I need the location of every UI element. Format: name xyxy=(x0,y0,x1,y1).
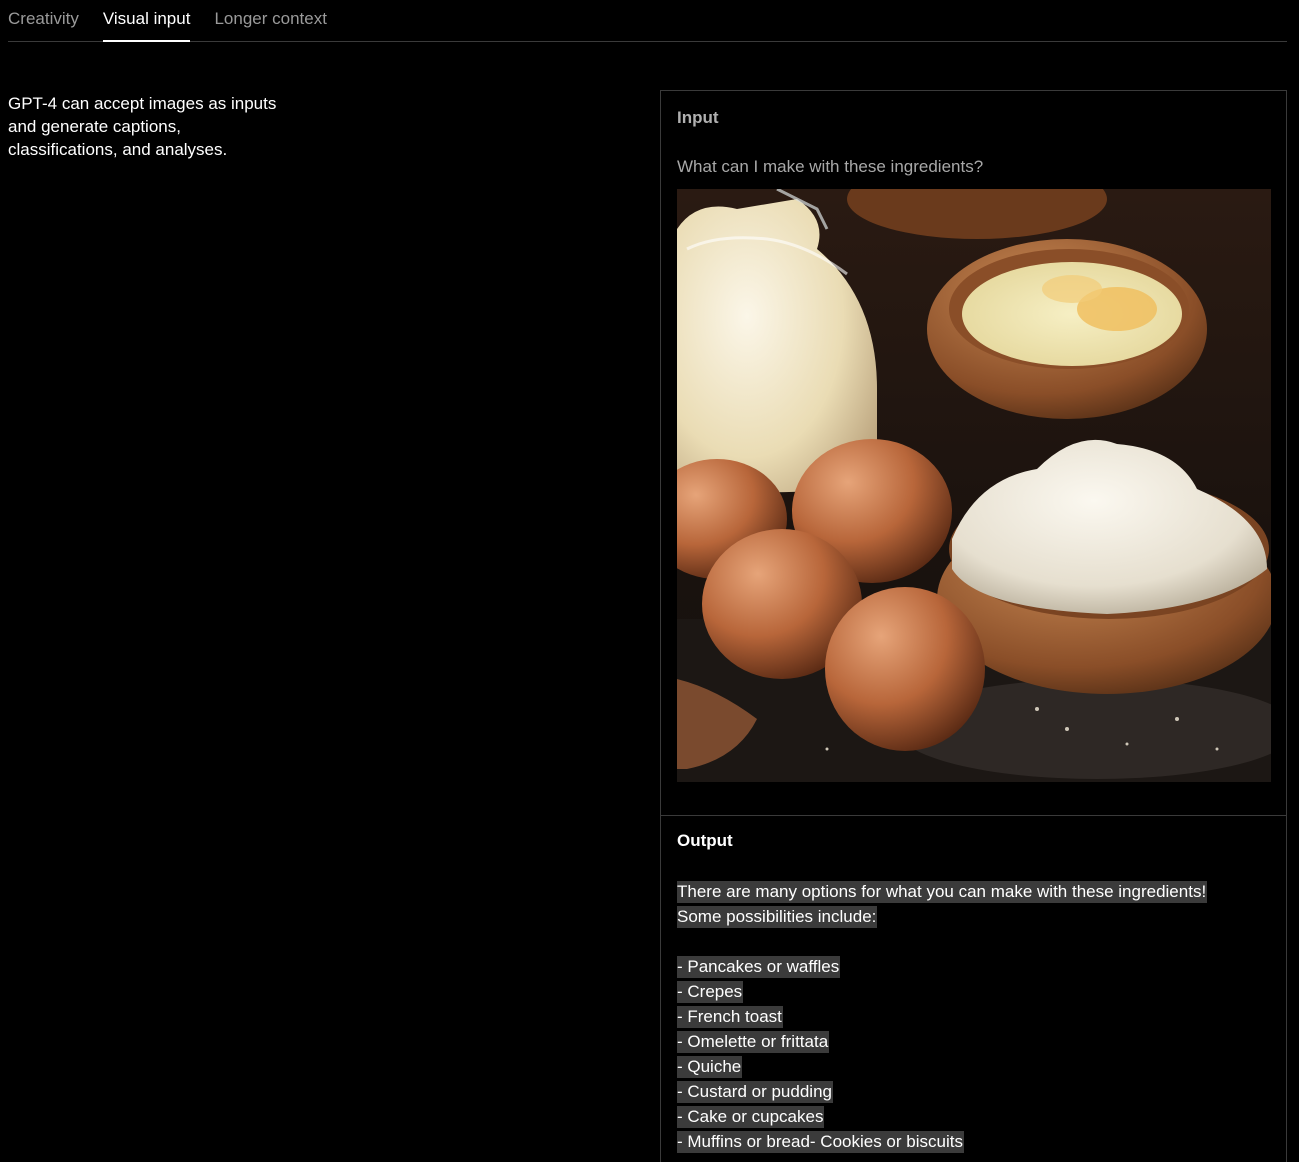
description-line: and generate captions, xyxy=(8,117,181,136)
output-text: - Custard or pudding xyxy=(677,1081,833,1103)
input-section: Input What can I make with these ingredi… xyxy=(661,91,1286,816)
input-heading: Input xyxy=(677,108,719,127)
output-intro-line: There are many options for what you can … xyxy=(677,879,1277,904)
output-text: - Pancakes or waffles xyxy=(677,956,841,978)
output-text: - Muffins or bread- Cookies or biscuits xyxy=(677,1131,964,1153)
output-blank-line xyxy=(677,929,1277,954)
description-line: classifications, and analyses. xyxy=(8,140,228,159)
output-list-item: - Cake or cupcakes xyxy=(677,1104,1277,1129)
output-heading: Output xyxy=(677,831,733,850)
input-prompt: What can I make with these ingredients? xyxy=(677,157,984,176)
output-text: Some possibilities include: xyxy=(677,906,878,928)
output-list-item: - Muffins or bread- Cookies or biscuits xyxy=(677,1129,1277,1154)
tab-visual-input[interactable]: Visual input xyxy=(102,0,190,42)
output-text: There are many options for what you can … xyxy=(677,881,1208,903)
tab-longer-context[interactable]: Longer context xyxy=(214,0,326,41)
output-list-item: - Custard or pudding xyxy=(677,1079,1277,1104)
output-text: - Crepes xyxy=(677,981,744,1003)
output-list-item: - Quiche xyxy=(677,1054,1277,1079)
ingredients-image xyxy=(677,189,1271,782)
output-intro-line: Some possibilities include: xyxy=(677,904,1277,929)
output-text: - Quiche xyxy=(677,1056,743,1078)
output-list-item: - Crepes xyxy=(677,979,1277,1004)
output-text: - Cake or cupcakes xyxy=(677,1106,825,1128)
output-response: There are many options for what you can … xyxy=(677,879,1277,1154)
page: Creativity Visual input Longer context G… xyxy=(0,0,1299,1162)
tab-creativity[interactable]: Creativity xyxy=(8,0,79,41)
output-list-item: - Pancakes or waffles xyxy=(677,954,1277,979)
output-text: - French toast xyxy=(677,1006,783,1028)
feature-description: GPT-4 can accept images as inputs and ge… xyxy=(8,92,308,161)
tab-bar: Creativity Visual input Longer context xyxy=(8,0,1287,42)
description-line: GPT-4 can accept images as inputs xyxy=(8,94,277,113)
output-list-item: - Omelette or frittata xyxy=(677,1029,1277,1054)
output-text: - Omelette or frittata xyxy=(677,1031,830,1053)
output-list-item: - French toast xyxy=(677,1004,1277,1029)
example-panel: Input What can I make with these ingredi… xyxy=(660,90,1287,1162)
